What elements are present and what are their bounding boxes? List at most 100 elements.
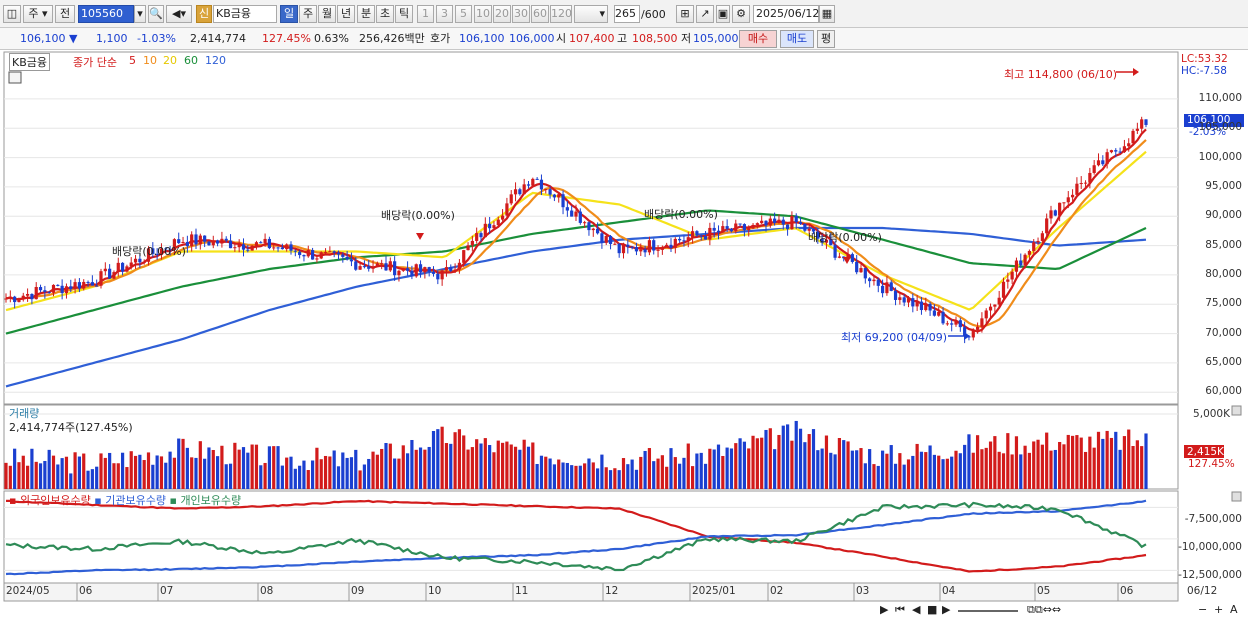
tab-week[interactable]: 주 [299,5,317,23]
legend-institution[interactable]: ▪ 기관보유수량 [94,494,166,507]
window-menu-icon[interactable]: ◫ [3,5,21,23]
ma-10: 10 [143,54,157,67]
save-icon[interactable]: ▣ [716,5,730,23]
zoom-tools-icon[interactable]: ⧉⧉⇔⇔ [1027,602,1061,618]
tab-minute[interactable]: 분 [357,5,375,23]
calendar-icon[interactable]: ▦ [819,5,835,23]
indicator-icon[interactable]: ⊞ [676,5,694,23]
sell-button[interactable]: 매도 [780,30,814,48]
custom-interval-select[interactable]: ▾ [574,5,608,23]
volume-bar [8,465,12,489]
sound-icon[interactable]: ◀▾ [166,5,192,23]
price-y-tick: 80,000 [1205,267,1242,280]
interval-1[interactable]: 1 [417,5,434,23]
code-dropdown-icon[interactable]: ▾ [134,5,146,23]
stop-button[interactable]: ■ [927,602,937,618]
candle-body [457,262,462,270]
candle-body [686,237,690,241]
volume-bar [984,447,988,489]
interval-30[interactable]: 30 [512,5,530,23]
interval-3[interactable]: 3 [436,5,453,23]
volume-bar [25,465,30,489]
candle-body [669,244,673,248]
date-input[interactable]: 2025/06/12 [753,5,819,23]
search-icon[interactable]: 🔍 [148,5,164,23]
volume-bar [1006,433,1010,489]
interval-20[interactable]: 20 [493,5,511,23]
volume-bar [1079,437,1083,489]
legend-individual[interactable]: ▪ 개인보유수량 [169,494,241,507]
stock-name-field[interactable]: KB금융 [213,5,277,23]
volume-bar [1075,435,1079,489]
candle-body [660,247,664,250]
stock-legend[interactable]: KB금융 [9,53,50,71]
candle-body [1109,150,1114,153]
tab-year[interactable]: 년 [337,5,355,23]
interval-120[interactable]: 120 [550,5,572,23]
volume-bar [829,452,833,489]
legend-foreign[interactable]: ▪ 외국인보유수량 [9,494,91,507]
volume-bar [708,448,712,489]
low-annotation: 최저 69,200 (04/09) [841,331,948,344]
bid-label: 호가 [430,32,451,45]
candle-body [302,255,306,257]
stock-chart[interactable] [0,50,1248,621]
gear-icon[interactable]: ⚙ [732,5,750,23]
candle-body [371,266,375,269]
interval-10[interactable]: 10 [474,5,492,23]
period-label: 주 [28,7,39,20]
tab-month[interactable]: 월 [318,5,336,23]
volume-bar [1032,441,1036,489]
price-change: 1,100 [96,32,128,45]
candle-body [133,258,138,263]
volume-bar [807,434,811,489]
tab-day[interactable]: 일 [280,5,298,23]
candle-body [470,240,474,246]
draw-tool-icon[interactable]: ↗ [696,5,714,23]
tab-tick[interactable]: 틱 [395,5,413,23]
candle-body [561,194,565,208]
scroll-slider[interactable] [958,602,1018,612]
scroll-left-button[interactable]: ◀ [912,602,920,618]
candle-body [950,323,954,325]
volume-bar [298,465,302,489]
volume-pane-toggle-icon[interactable] [1231,405,1242,416]
prev-button[interactable]: 전 [55,5,75,23]
candle-body [915,301,919,307]
date-label: 07 [160,585,174,597]
stock-code-input[interactable]: 105560 [78,5,134,23]
candle-body [958,320,962,328]
candle-body [1019,260,1023,266]
buy-button[interactable]: 매수 [739,30,777,48]
volume-bar [69,473,73,489]
scroll-right-button[interactable]: ▶ [880,602,888,618]
average-button[interactable]: 평 [817,30,835,48]
candle-body [647,240,652,253]
candle-body [868,278,872,282]
interval-5[interactable]: 5 [455,5,472,23]
volume-bar [30,448,34,489]
volume-bar [1131,446,1135,489]
volume-bar [341,452,345,489]
font-size-button[interactable]: A [1230,602,1238,618]
volume-bar [185,447,189,489]
candle-body [1083,182,1088,184]
interval-60[interactable]: 60 [531,5,549,23]
volume-bar [975,435,980,489]
volume-bar [142,460,146,489]
volume-bar [552,464,557,489]
tab-second[interactable]: 초 [376,5,394,23]
table-view-icon[interactable] [8,71,22,84]
volume-bar [384,442,388,489]
zoom-out-button[interactable]: − [1198,602,1207,618]
scroll-start-button[interactable]: ⏮ [895,602,905,618]
period-select[interactable]: 주 ▾ [23,5,53,23]
candle-body [583,222,587,224]
volume-bar [418,447,423,489]
scroll-end-button[interactable]: ▶ [942,602,950,618]
candle-body [233,247,237,249]
holding-pane-toggle-icon[interactable] [1231,491,1242,502]
zoom-in-button[interactable]: + [1214,602,1223,618]
volume-bar [1118,449,1122,489]
count-input[interactable]: 265 [614,5,640,23]
